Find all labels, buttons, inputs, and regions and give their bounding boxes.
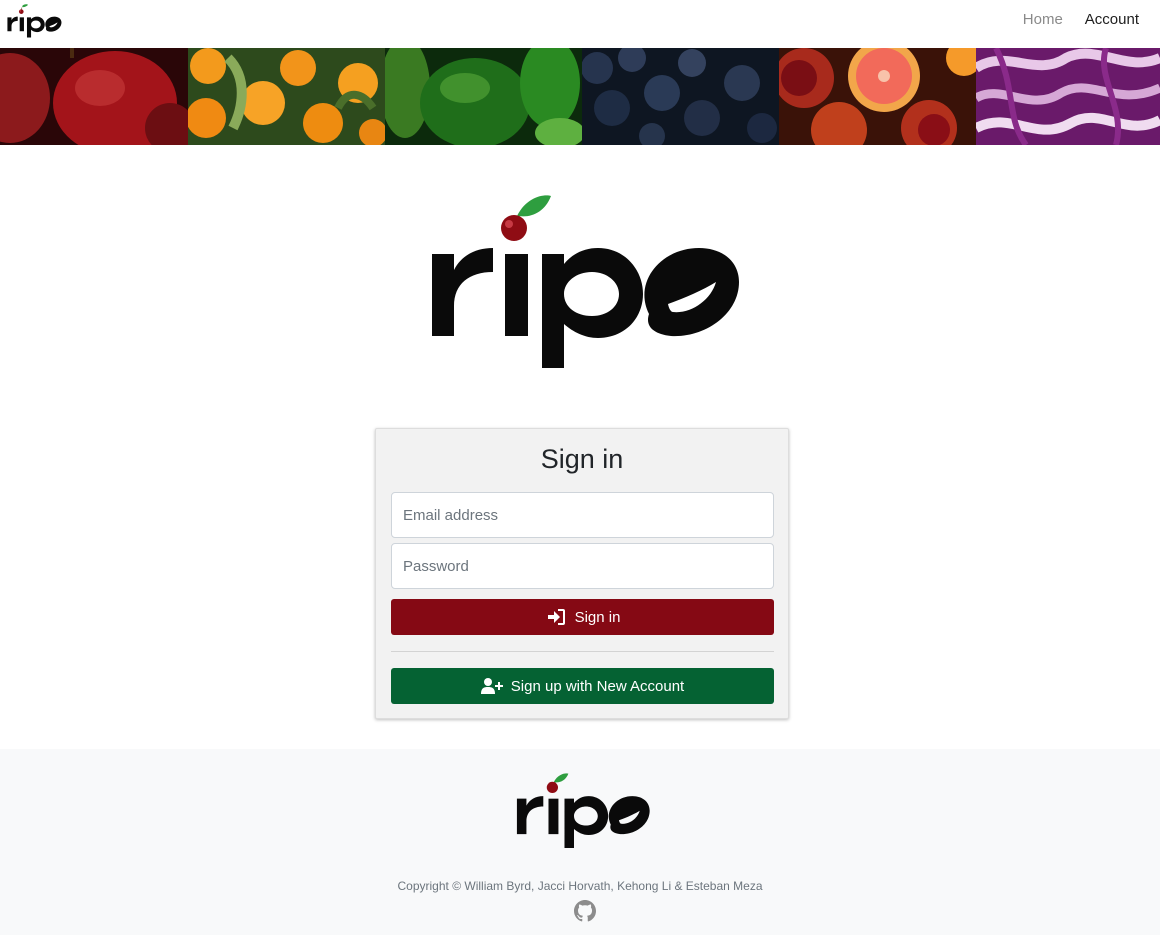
ripe-main-logo — [432, 195, 739, 368]
banner-tile-peppers — [385, 48, 582, 145]
sign-in-icon — [545, 608, 567, 626]
banner-tile-grapefruit — [779, 48, 976, 145]
copyright-text: Copyright © William Byrd, Jacci Horvath,… — [397, 879, 763, 893]
banner-tile-apples — [0, 48, 188, 145]
banner-tile-blueberries — [582, 48, 779, 145]
user-plus-icon — [480, 677, 503, 695]
banner-tile-cabbage — [976, 48, 1160, 145]
signin-title: Sign in — [540, 444, 624, 474]
divider — [391, 651, 774, 652]
signin-button[interactable]: Sign in — [391, 599, 774, 635]
ripe-footer-logo — [516, 773, 650, 848]
ripe-logo[interactable] — [6, 4, 62, 38]
nav-link-account[interactable]: Account — [1074, 0, 1160, 40]
navbar: Home Account — [0, 0, 1160, 48]
signup-button[interactable]: Sign up with New Account — [391, 668, 774, 704]
nav-link-home[interactable]: Home — [1012, 0, 1074, 40]
footer: Copyright © William Byrd, Jacci Horvath,… — [0, 749, 1160, 935]
signup-button-label: Sign up with New Account — [510, 677, 685, 695]
password-input[interactable] — [391, 543, 774, 589]
banner-tile-oranges — [188, 48, 385, 145]
email-input[interactable] — [391, 492, 774, 538]
produce-banner — [0, 48, 1160, 145]
signin-card: Sign in Sign in Sign up with New Account — [375, 428, 789, 719]
github-icon[interactable] — [574, 900, 596, 922]
signin-button-label: Sign in — [574, 608, 621, 626]
nav-links: Home Account — [1012, 0, 1160, 40]
